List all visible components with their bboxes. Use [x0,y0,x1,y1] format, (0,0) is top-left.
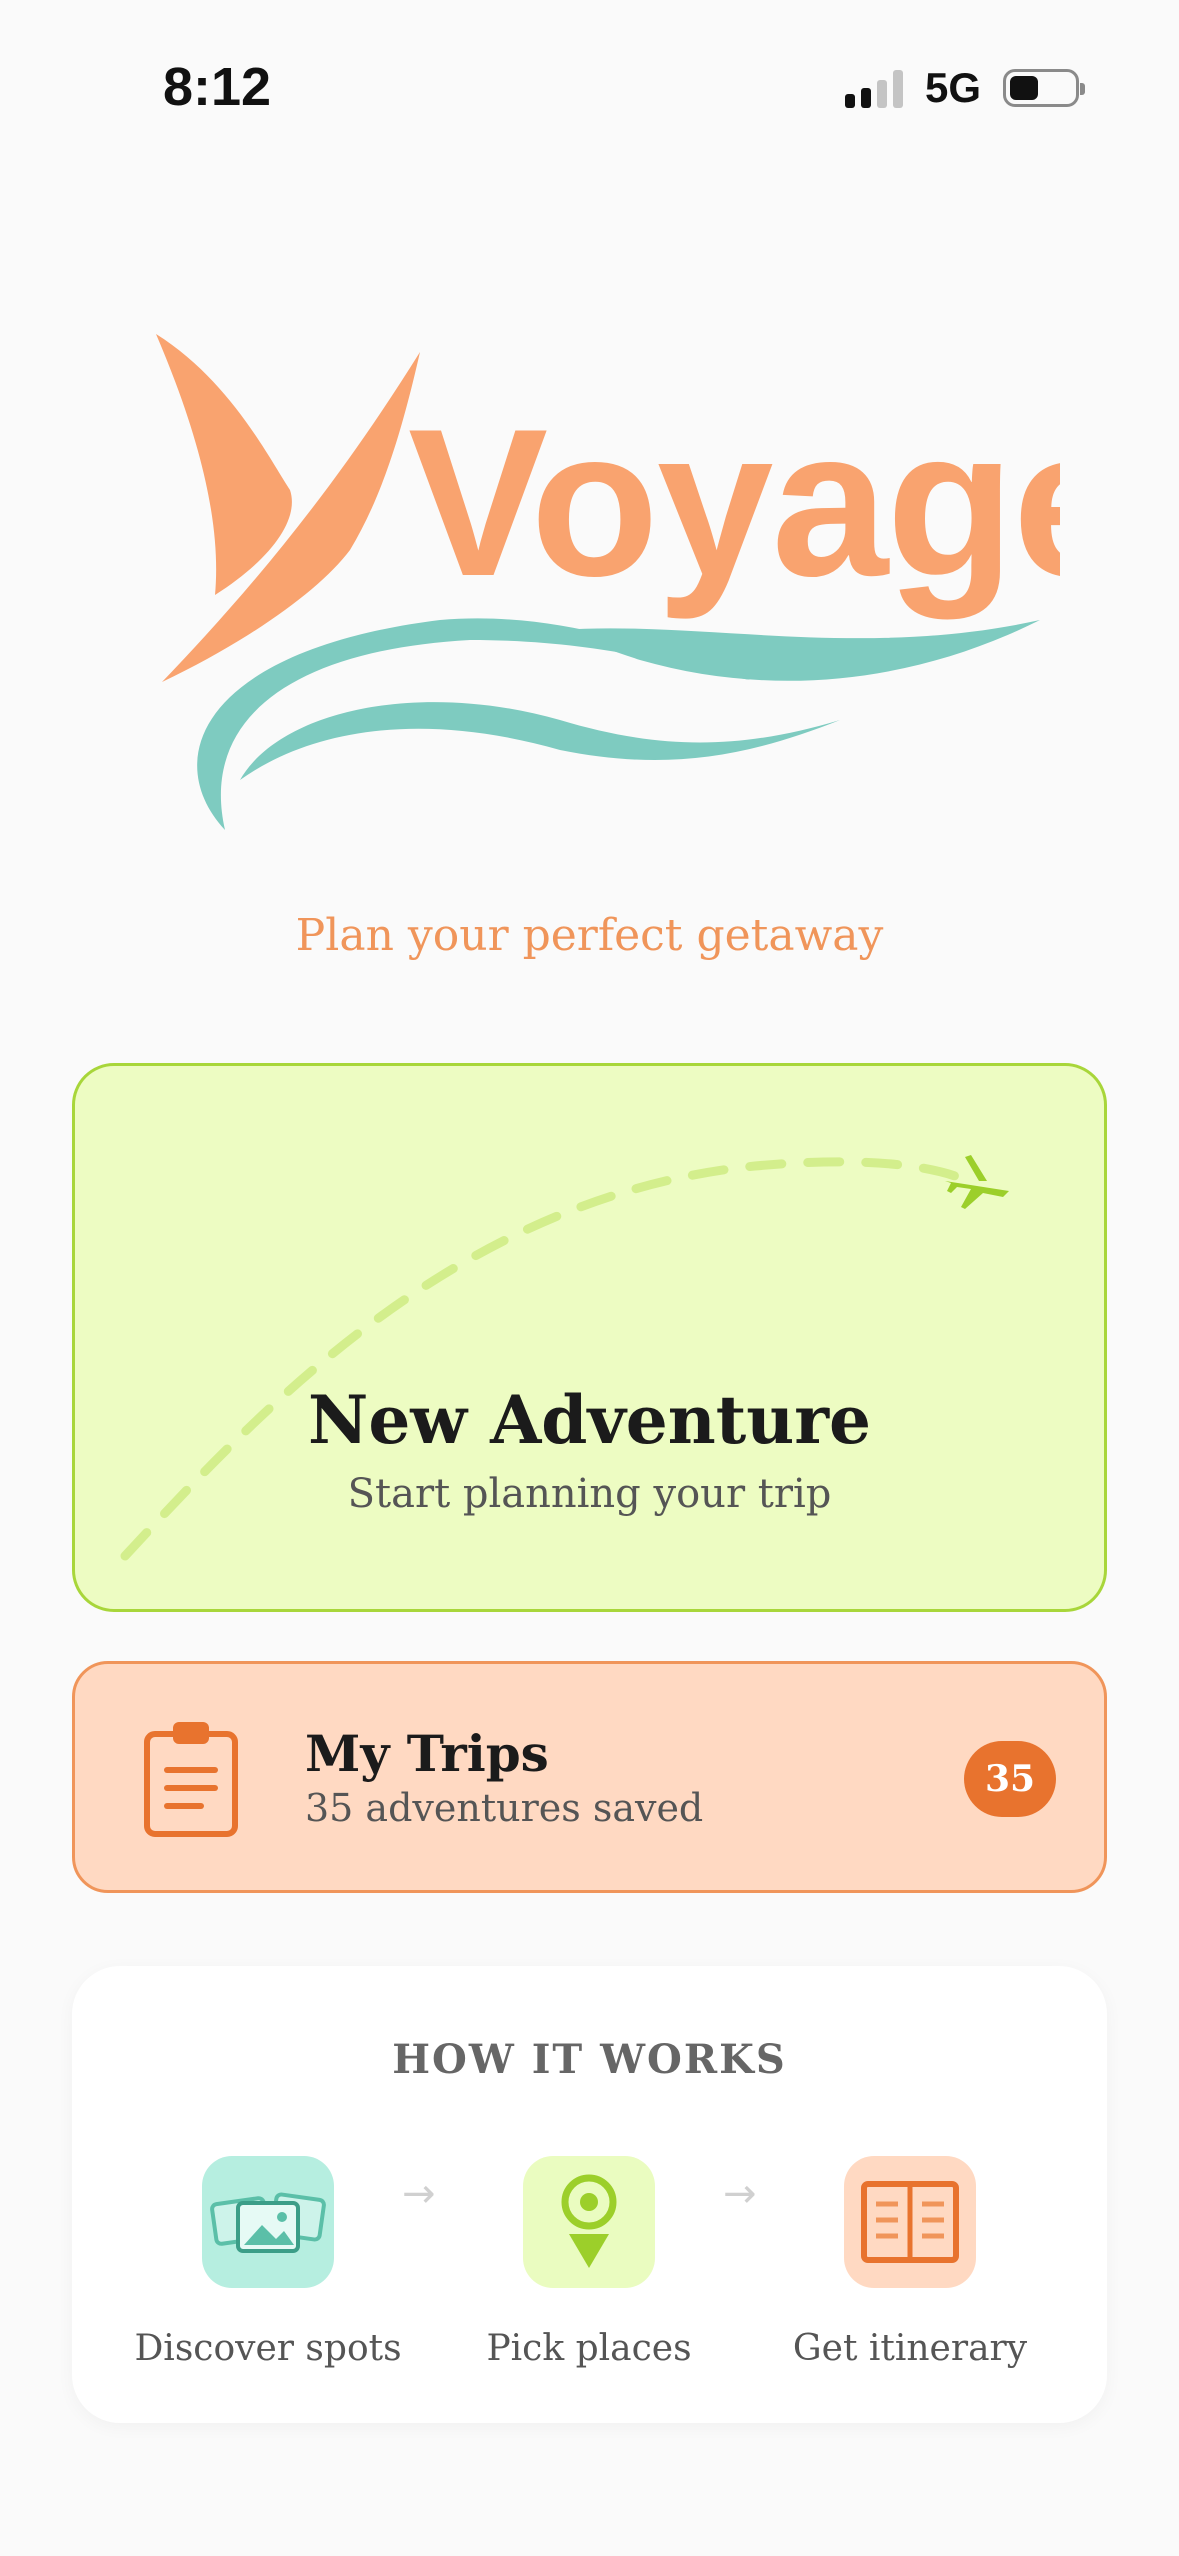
step-label: Discover spots [134,2328,402,2369]
new-adventure-card[interactable]: New Adventure Start planning your trip [72,1063,1107,1612]
arrow-right-icon: → [402,2171,436,2217]
map-pin-icon [523,2156,655,2288]
how-it-works-title: HOW IT WORKS [392,2036,787,2083]
step-label: Pick places [486,2328,692,2369]
new-adventure-title: New Adventure [307,1381,872,1459]
itinerary-book-icon [844,2156,976,2288]
status-bar: 8:12 5G [0,0,1179,170]
voyage-logo-icon: Voyage [156,334,1129,830]
clipboard-icon [144,1722,238,1837]
step-discover-spots: Discover spots [118,2156,418,2369]
status-time: 8:12 [163,57,272,117]
logo-wordmark: Voyage [408,385,1060,620]
new-adventure-subtitle: Start planning your trip [347,1471,832,1517]
how-it-works-panel: HOW IT WORKS Discover spots → Pick place… [72,1966,1107,2423]
plane-icon [945,1155,1009,1209]
my-trips-subtitle: 35 adventures saved [305,1786,704,1830]
battery-icon [1003,69,1085,107]
signal-icon [844,68,903,108]
my-trips-title: My Trips [305,1724,549,1783]
tagline: Plan your perfect getaway [295,910,884,961]
my-trips-card[interactable]: My Trips 35 adventures saved 35 [72,1661,1107,1893]
status-indicators: 5G [844,64,1085,112]
step-label: Get itinerary [792,2328,1028,2369]
flight-path-decoration [120,1157,960,1561]
network-label: 5G [924,64,981,111]
arrow-right-icon: → [723,2171,757,2217]
photos-icon [202,2156,334,2288]
step-get-itinerary: Get itinerary [760,2156,1060,2369]
app-logo: Voyage [140,320,1129,840]
trips-count-badge: 35 [964,1741,1056,1817]
step-pick-places: Pick places [439,2156,739,2369]
